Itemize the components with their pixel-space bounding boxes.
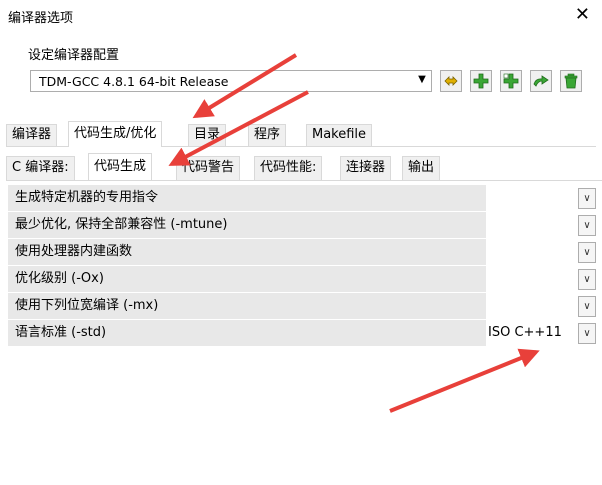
option-label: 最少优化, 保持全部兼容性 (-mtune) [8,212,486,238]
tab-code-profiling[interactable]: 代码性能: [254,156,323,180]
compiler-config-value: TDM-GCC 4.8.1 64-bit Release [39,74,229,89]
delete-config-button[interactable] [560,70,582,92]
close-icon[interactable]: ✕ [575,4,590,26]
tab-makefile[interactable]: Makefile [306,124,373,146]
tab-code-generation[interactable]: 代码生成 [88,153,153,180]
option-label: 使用处理器内建函数 [8,239,486,265]
window-title: 编译器选项 [8,11,74,26]
chevron-down-icon[interactable]: ∨ [578,188,596,209]
option-value[interactable]: ISO C++11 [488,320,562,346]
chevron-down-icon[interactable]: ∨ [578,242,596,263]
group-label: 设定编译器配置 [28,48,120,63]
tab-c-compiler[interactable]: C 编译器: [6,156,75,180]
chevron-down-icon[interactable]: ∨ [578,323,596,344]
main-tab-strip: 编译器 代码生成/优化 目录 程序 Makefile [6,121,596,147]
option-label: 生成特定机器的专用指令 [8,185,486,211]
option-row: 语言标准 (-std) ISO C++11 ∨ [8,320,598,347]
rename-icon [444,76,458,86]
options-panel: 生成特定机器的专用指令 ∨ 最少优化, 保持全部兼容性 (-mtune) ∨ 使… [6,180,602,485]
tab-output[interactable]: 输出 [402,156,441,180]
add-config-button[interactable] [470,70,492,92]
option-row: 最少优化, 保持全部兼容性 (-mtune) ∨ [8,212,598,239]
chevron-down-icon: ▼ [418,74,426,85]
tab-directories[interactable]: 目录 [188,124,227,146]
compiler-config-group: 设定编译器配置 TDM-GCC 4.8.1 64-bit Release ▼ [12,44,598,116]
tab-programs[interactable]: 程序 [248,124,287,146]
copy-icon [503,73,519,89]
chevron-down-icon[interactable]: ∨ [578,296,596,317]
copy-config-button[interactable] [500,70,522,92]
option-row: 生成特定机器的专用指令 ∨ [8,185,598,212]
export-icon [533,75,549,87]
add-icon [473,73,489,89]
tab-code-warnings[interactable]: 代码警告 [176,156,241,180]
option-label: 语言标准 (-std) [8,320,486,346]
option-row: 优化级别 (-Ox) ∨ [8,266,598,293]
delete-icon [564,73,578,89]
chevron-down-icon[interactable]: ∨ [578,269,596,290]
sub-tab-strip: C 编译器: 代码生成 代码警告 代码性能: 连接器 输出 [6,153,596,180]
option-label: 使用下列位宽编译 (-mx) [8,293,486,319]
option-row: 使用下列位宽编译 (-mx) ∨ [8,293,598,320]
title-bar: 编译器选项 ✕ [0,0,602,32]
export-config-button[interactable] [530,70,552,92]
tab-compiler[interactable]: 编译器 [6,124,58,146]
compiler-config-select[interactable]: TDM-GCC 4.8.1 64-bit Release ▼ [30,70,432,92]
tab-linker[interactable]: 连接器 [340,156,392,180]
tab-codegen-optimization[interactable]: 代码生成/优化 [68,121,163,147]
chevron-down-icon[interactable]: ∨ [578,215,596,236]
option-label: 优化级别 (-Ox) [8,266,486,292]
rename-config-button[interactable] [440,70,462,92]
option-row: 使用处理器内建函数 ∨ [8,239,598,266]
